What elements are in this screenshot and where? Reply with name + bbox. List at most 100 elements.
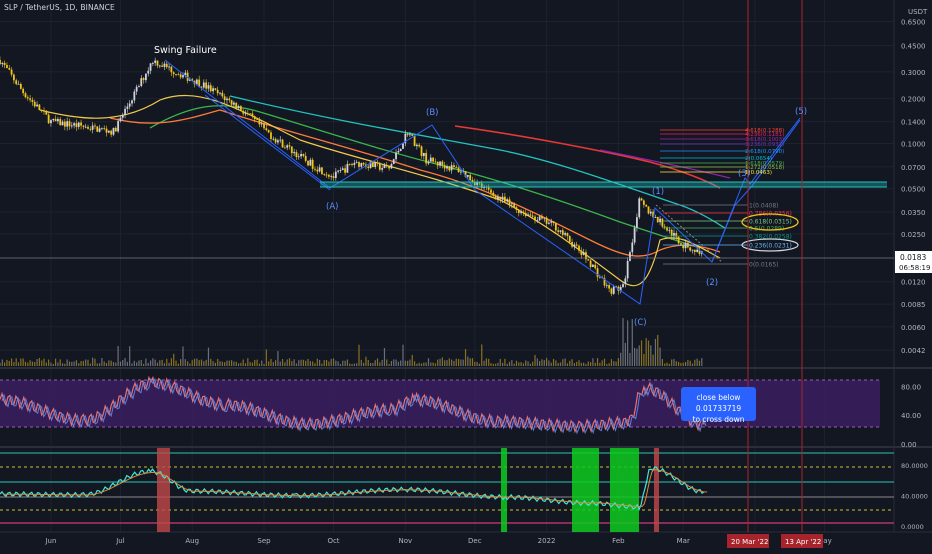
volume-bar	[576, 361, 578, 366]
volume-bar	[601, 360, 603, 366]
candle-body	[633, 227, 636, 243]
volume-bar	[344, 360, 346, 366]
candle-body	[422, 152, 425, 156]
symbol-title[interactable]: SLP / TetherUS, 1D, BINANCE	[4, 3, 115, 12]
volume-bar	[522, 363, 525, 366]
volume-bar	[404, 360, 406, 366]
volume-bar	[629, 352, 631, 366]
candle-body	[260, 123, 263, 125]
volume-bar	[110, 360, 112, 366]
time-tick-label: Sep	[257, 537, 271, 545]
volume-bar	[319, 359, 321, 366]
volume-bar	[154, 359, 156, 366]
volume-bar	[228, 360, 230, 366]
volume-bar	[38, 358, 40, 366]
candle-body	[89, 128, 92, 130]
wave-label-5[interactable]: (5)	[795, 107, 807, 117]
volume-bar	[425, 362, 427, 366]
candle-body	[75, 123, 78, 127]
price-tick-label: 0.0500	[901, 186, 926, 194]
price-tick-label: 0.4500	[901, 42, 926, 50]
candle-body	[251, 113, 254, 117]
wave-label-3[interactable]: (3)	[738, 169, 750, 179]
candle-body	[571, 241, 573, 247]
volume-bar	[620, 352, 622, 366]
candle-body	[436, 161, 439, 166]
candle-body	[629, 252, 631, 261]
candle-body	[696, 249, 699, 252]
candle-body	[45, 111, 48, 115]
candle-body	[515, 207, 518, 210]
candle-body	[399, 148, 402, 152]
candle-body	[427, 161, 430, 164]
candle-body	[61, 121, 64, 126]
candle-body	[327, 174, 330, 177]
volume-bar	[640, 340, 643, 366]
volume-bar	[147, 362, 149, 366]
callout-box[interactable]: close below 0.01733719 to cross down	[681, 387, 756, 424]
volume-bar	[184, 359, 186, 366]
candle-body	[316, 169, 319, 172]
volume-bar	[499, 358, 501, 366]
volume-bar	[603, 358, 606, 366]
candle-body	[233, 102, 235, 105]
volume-bar	[268, 361, 270, 366]
candle-body	[300, 153, 302, 157]
volume-bar	[48, 359, 50, 366]
candle-body	[223, 96, 226, 101]
volume-bar	[337, 361, 339, 366]
volume-bar	[520, 362, 522, 366]
trading-chart[interactable]: 1(0.0408)0.786(0.0356)0.618(0.0315)0.5(0…	[0, 0, 932, 550]
volume-bar	[441, 357, 443, 366]
candle-body	[311, 159, 314, 169]
wave-label-a[interactable]: (A)	[326, 202, 338, 212]
volume-bar	[562, 359, 564, 366]
time-tick-label: Jul	[115, 537, 125, 545]
volume-bar	[247, 358, 249, 366]
volume-bar	[638, 345, 640, 366]
candle-body	[668, 229, 671, 231]
volume-bar	[654, 338, 657, 366]
volume-bar	[483, 360, 485, 366]
wave-label-b[interactable]: (B)	[426, 108, 438, 118]
candle-body	[693, 249, 696, 252]
price-tick-label: 0.0350	[901, 209, 926, 217]
candle-body	[566, 233, 569, 236]
candle-body	[307, 160, 309, 166]
volume-bar	[124, 358, 126, 366]
wave-label-c[interactable]: (C)	[634, 318, 647, 328]
candle-body	[29, 98, 32, 100]
candle-body	[258, 119, 261, 125]
volume-bar	[569, 360, 571, 366]
fib-ext-label: 3.236(0.0931)	[745, 142, 784, 148]
candle-body	[580, 250, 583, 255]
volume-bar	[455, 358, 457, 366]
candle-body	[659, 218, 661, 223]
candle-body	[554, 222, 557, 231]
candle-body	[43, 110, 45, 112]
candle-body	[501, 196, 504, 200]
time-tick-label: 2022	[538, 537, 556, 545]
candle-body	[239, 106, 242, 112]
volume-bar	[136, 362, 138, 366]
time-tick-label: Jun	[44, 537, 56, 545]
wave-label-2[interactable]: (2)	[706, 278, 718, 288]
wave-label-1[interactable]: (1)	[652, 187, 664, 197]
candle-body	[504, 196, 506, 202]
candle-body	[439, 161, 441, 166]
price-tick-label: 0.0250	[901, 231, 926, 239]
volume-bar	[617, 358, 619, 366]
volume-bar	[312, 361, 314, 366]
osc-tick-label: 80.0000	[901, 462, 928, 470]
candle-body	[626, 260, 629, 279]
volume-bar	[325, 359, 328, 366]
candle-body	[73, 123, 76, 126]
price-tick-label: 0.1400	[901, 119, 926, 127]
price-axis[interactable]: 0.6500 0.4500 0.3000 0.2000 0.1400 0.1000 0.07…	[901, 19, 926, 356]
volume-bar	[495, 363, 497, 366]
volume-bar	[587, 361, 589, 366]
swing-failure-label[interactable]: Swing Failure	[154, 45, 217, 56]
volume-bar	[423, 362, 425, 366]
candle-body	[242, 111, 245, 114]
volume-bar	[349, 363, 351, 366]
